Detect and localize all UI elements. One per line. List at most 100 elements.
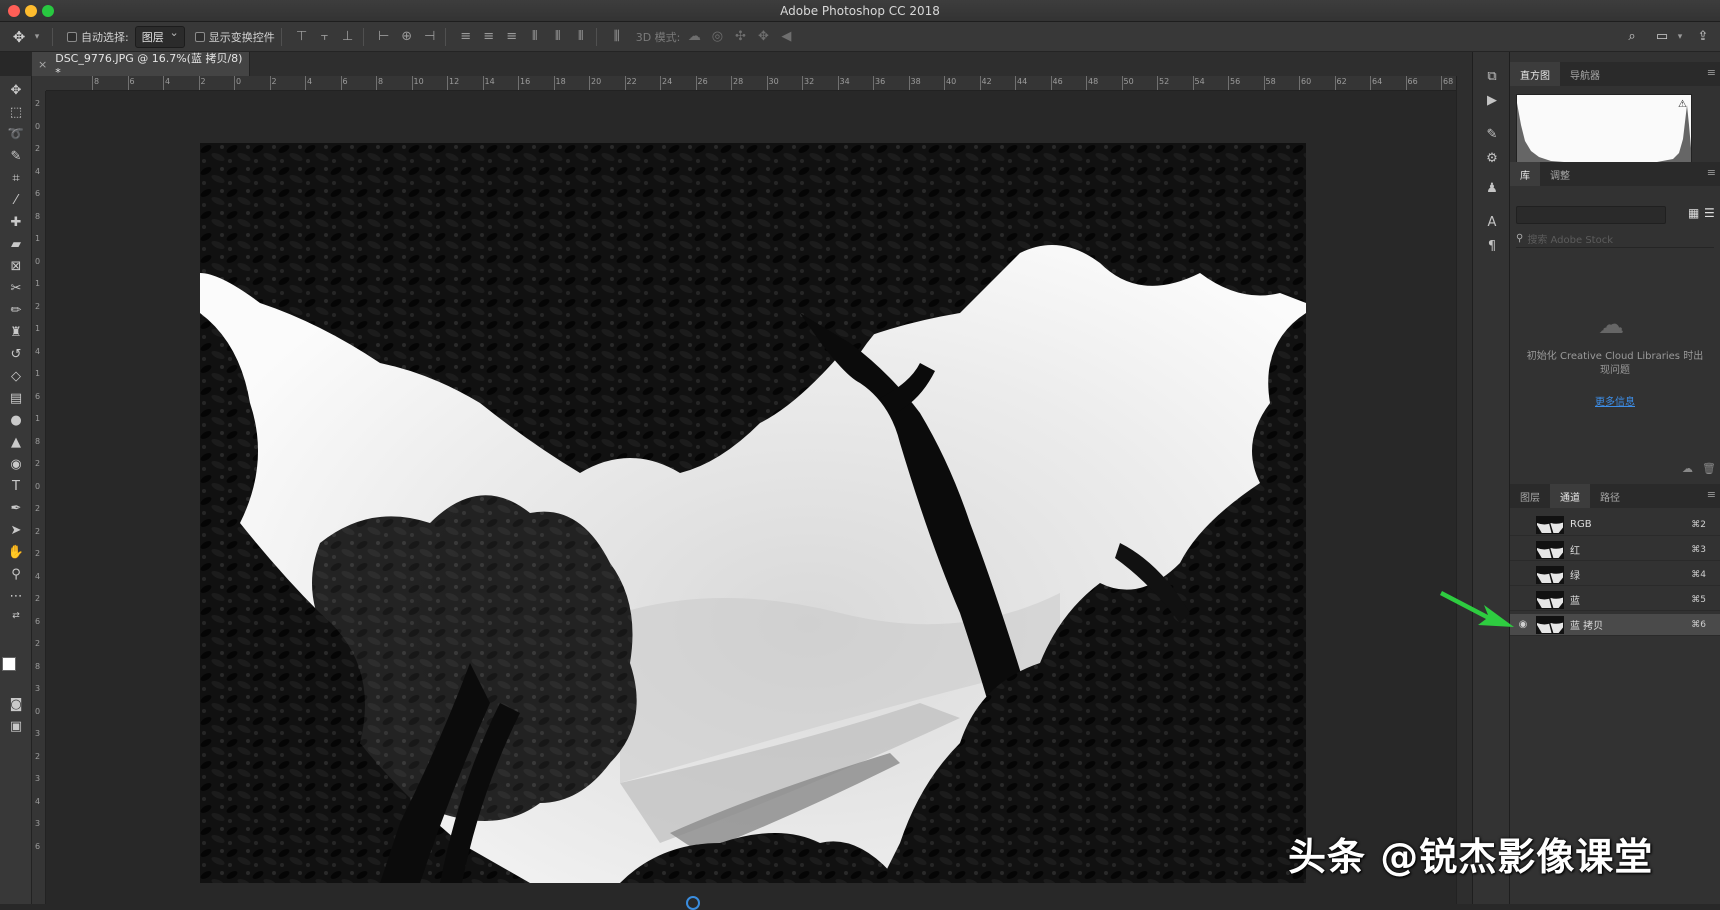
distribute-left-icon[interactable]: ⦀ [526, 28, 544, 46]
panel-menu-icon[interactable]: ≡ [1707, 166, 1716, 179]
vertical-scrollbar[interactable] [1456, 76, 1472, 904]
character-panel-icon[interactable]: A [1482, 212, 1502, 232]
align-right-icon[interactable]: ⊣ [421, 28, 439, 46]
warning-icon[interactable]: ⚠ [1678, 99, 1687, 110]
distribute-bottom-icon[interactable]: ≡ [503, 28, 521, 46]
tab-histogram[interactable]: 直方图 [1510, 62, 1560, 86]
3d-scale-icon[interactable]: ◀ [777, 28, 795, 46]
tab-adjustments[interactable]: 调整 [1540, 162, 1580, 186]
panel-menu-icon[interactable]: ≡ [1707, 488, 1716, 501]
grid-view-icon[interactable]: ▦ [1688, 206, 1699, 220]
share-icon[interactable]: ⇪ [1694, 28, 1712, 46]
eraser-tool-icon[interactable]: ◇ [4, 366, 28, 386]
ruler-tick-label: 8 [35, 436, 41, 446]
brush-presets-icon[interactable]: ✎ [1482, 124, 1502, 144]
3d-pan-icon[interactable]: ✣ [731, 28, 749, 46]
brush-tool-icon[interactable]: ✏ [4, 300, 28, 320]
zoom-tool-icon[interactable]: ⚲ [4, 564, 28, 584]
3d-roll-icon[interactable]: ◎ [708, 28, 726, 46]
auto-align-icon[interactable]: ⫼ [608, 28, 626, 46]
frame-tool-icon[interactable]: ⊠ [4, 256, 28, 276]
tab-navigator[interactable]: 导航器 [1560, 62, 1610, 86]
quick-mask-icon[interactable]: ◙ [4, 694, 28, 714]
crop-tool-icon[interactable]: ⌗ [4, 168, 28, 188]
align-bottom-icon[interactable]: ⊥ [339, 28, 357, 46]
stock-search-field[interactable]: ⚲ 搜索 Adobe Stock [1516, 230, 1714, 248]
channel-row[interactable]: 绿 ⌘4 [1510, 564, 1720, 586]
ruler-tick-label: 18 [555, 77, 566, 86]
gradient-tool-icon[interactable]: ▤ [4, 388, 28, 408]
blur-tool-icon[interactable]: ● [4, 410, 28, 430]
ruler-tool-icon[interactable]: ▰ [4, 234, 28, 254]
pen-tool-icon[interactable]: ✒ [4, 498, 28, 518]
tab-layers[interactable]: 图层 [1510, 484, 1550, 508]
more-info-link[interactable]: 更多信息 [1510, 393, 1720, 408]
auto-select-checkbox[interactable] [67, 31, 77, 42]
screen-mode-icon[interactable]: ▣ [4, 716, 28, 736]
document-tab-title: DSC_9776.JPG @ 16.7%(蓝 拷贝/8) * [55, 51, 243, 79]
clone-source-icon[interactable]: ♟ [1482, 178, 1502, 198]
tab-channels[interactable]: 通道 [1550, 484, 1590, 508]
hand-tool-icon[interactable]: ✋ [4, 542, 28, 562]
show-transform-option[interactable]: 显示变换控件 [194, 29, 275, 45]
brush-settings-icon[interactable]: ⚙ [1482, 148, 1502, 168]
dodge-tool-icon[interactable]: ◉ [4, 454, 28, 474]
history-brush-tool-icon[interactable]: ↺ [4, 344, 28, 364]
marquee-tool-icon[interactable]: ⬚ [4, 102, 28, 122]
library-dropdown[interactable] [1516, 206, 1666, 224]
quick-select-tool-icon[interactable]: ✎ [4, 146, 28, 166]
healing-brush-tool-icon[interactable]: ✚ [4, 212, 28, 232]
list-view-icon[interactable]: ☰ [1704, 206, 1715, 220]
document-image[interactable] [200, 143, 1306, 883]
channel-row[interactable]: 蓝 ⌘5 [1510, 589, 1720, 611]
distribute-hcenter-icon[interactable]: ⦀ [549, 28, 567, 46]
patch-tool-icon[interactable]: ✂ [4, 278, 28, 298]
workspace-icon[interactable]: ▭ [1653, 28, 1671, 46]
paragraph-panel-icon[interactable]: ¶ [1482, 236, 1502, 256]
chevron-down-icon[interactable]: ▾ [1671, 28, 1689, 46]
document-tab[interactable]: × DSC_9776.JPG @ 16.7%(蓝 拷贝/8) * [32, 51, 250, 79]
visibility-eye-icon[interactable] [1514, 564, 1532, 586]
type-tool-icon[interactable]: T [4, 476, 28, 496]
search-icon[interactable]: ⌕ [1623, 28, 1641, 46]
path-select-tool-icon[interactable]: ➤ [4, 520, 28, 540]
auto-select-dropdown[interactable]: 图层 [134, 25, 185, 48]
channel-row[interactable]: RGB ⌘2 [1510, 514, 1720, 536]
vertical-ruler[interactable]: 2024681012141618202224262830323436 [32, 91, 46, 904]
tab-paths[interactable]: 路径 [1590, 484, 1630, 508]
align-vcenter-icon[interactable]: ⫟ [316, 28, 334, 46]
distribute-vcenter-icon[interactable]: ≡ [480, 28, 498, 46]
show-transform-checkbox[interactable] [194, 31, 205, 42]
lasso-tool-icon[interactable]: ➰ [4, 124, 28, 144]
3d-orbit-icon[interactable]: ☁ [685, 28, 703, 46]
sharpen-tool-icon[interactable]: ▲ [4, 432, 28, 452]
horizontal-ruler[interactable]: 8 6 4 2 0 2 4 6 8 10 12 14 16 18 20 22 24 26 28 30 32 34 36 38 4… [46, 76, 1456, 91]
visibility-eye-icon[interactable] [1514, 539, 1532, 561]
channel-row[interactable]: 红 ⌘3 [1510, 539, 1720, 561]
align-left-icon[interactable]: ⊢ [375, 28, 393, 46]
foreground-color-swatch[interactable] [2, 657, 16, 671]
more-tools-icon[interactable]: ⋯ [4, 586, 28, 606]
actions-panel-icon[interactable]: ▶ [1482, 90, 1502, 110]
cloud-sync-icon[interactable]: ☁ [1682, 462, 1693, 475]
swap-colors-icon[interactable]: ⇄ [4, 606, 28, 626]
align-hcenter-icon[interactable]: ⊕ [398, 28, 416, 46]
clone-stamp-tool-icon[interactable]: ♜ [4, 322, 28, 342]
auto-select-option[interactable]: 自动选择: [67, 29, 129, 45]
trash-icon[interactable]: 🗑 [1702, 462, 1716, 475]
channel-row[interactable]: ◉ 蓝 拷贝 ⌘6 [1510, 614, 1720, 636]
eyedropper-tool-icon[interactable]: ⁄ [4, 190, 28, 210]
visibility-eye-icon[interactable] [1514, 514, 1532, 536]
panel-menu-icon[interactable]: ≡ [1707, 66, 1716, 79]
3d-slide-icon[interactable]: ✥ [754, 28, 772, 46]
distribute-right-icon[interactable]: ⦀ [572, 28, 590, 46]
align-top-icon[interactable]: ⊤ [293, 28, 311, 46]
distribute-top-icon[interactable]: ≡ [457, 28, 475, 46]
ruler-origin[interactable] [32, 76, 46, 91]
chevron-down-icon[interactable]: ▾ [28, 28, 46, 46]
history-panel-icon[interactable]: ⧉ [1482, 66, 1502, 86]
move-tool-preset-icon[interactable]: ✥ [10, 28, 28, 46]
tab-libraries[interactable]: 库 [1510, 162, 1540, 186]
close-tab-icon[interactable]: × [38, 58, 47, 71]
move-tool-icon[interactable]: ✥ [4, 80, 28, 100]
